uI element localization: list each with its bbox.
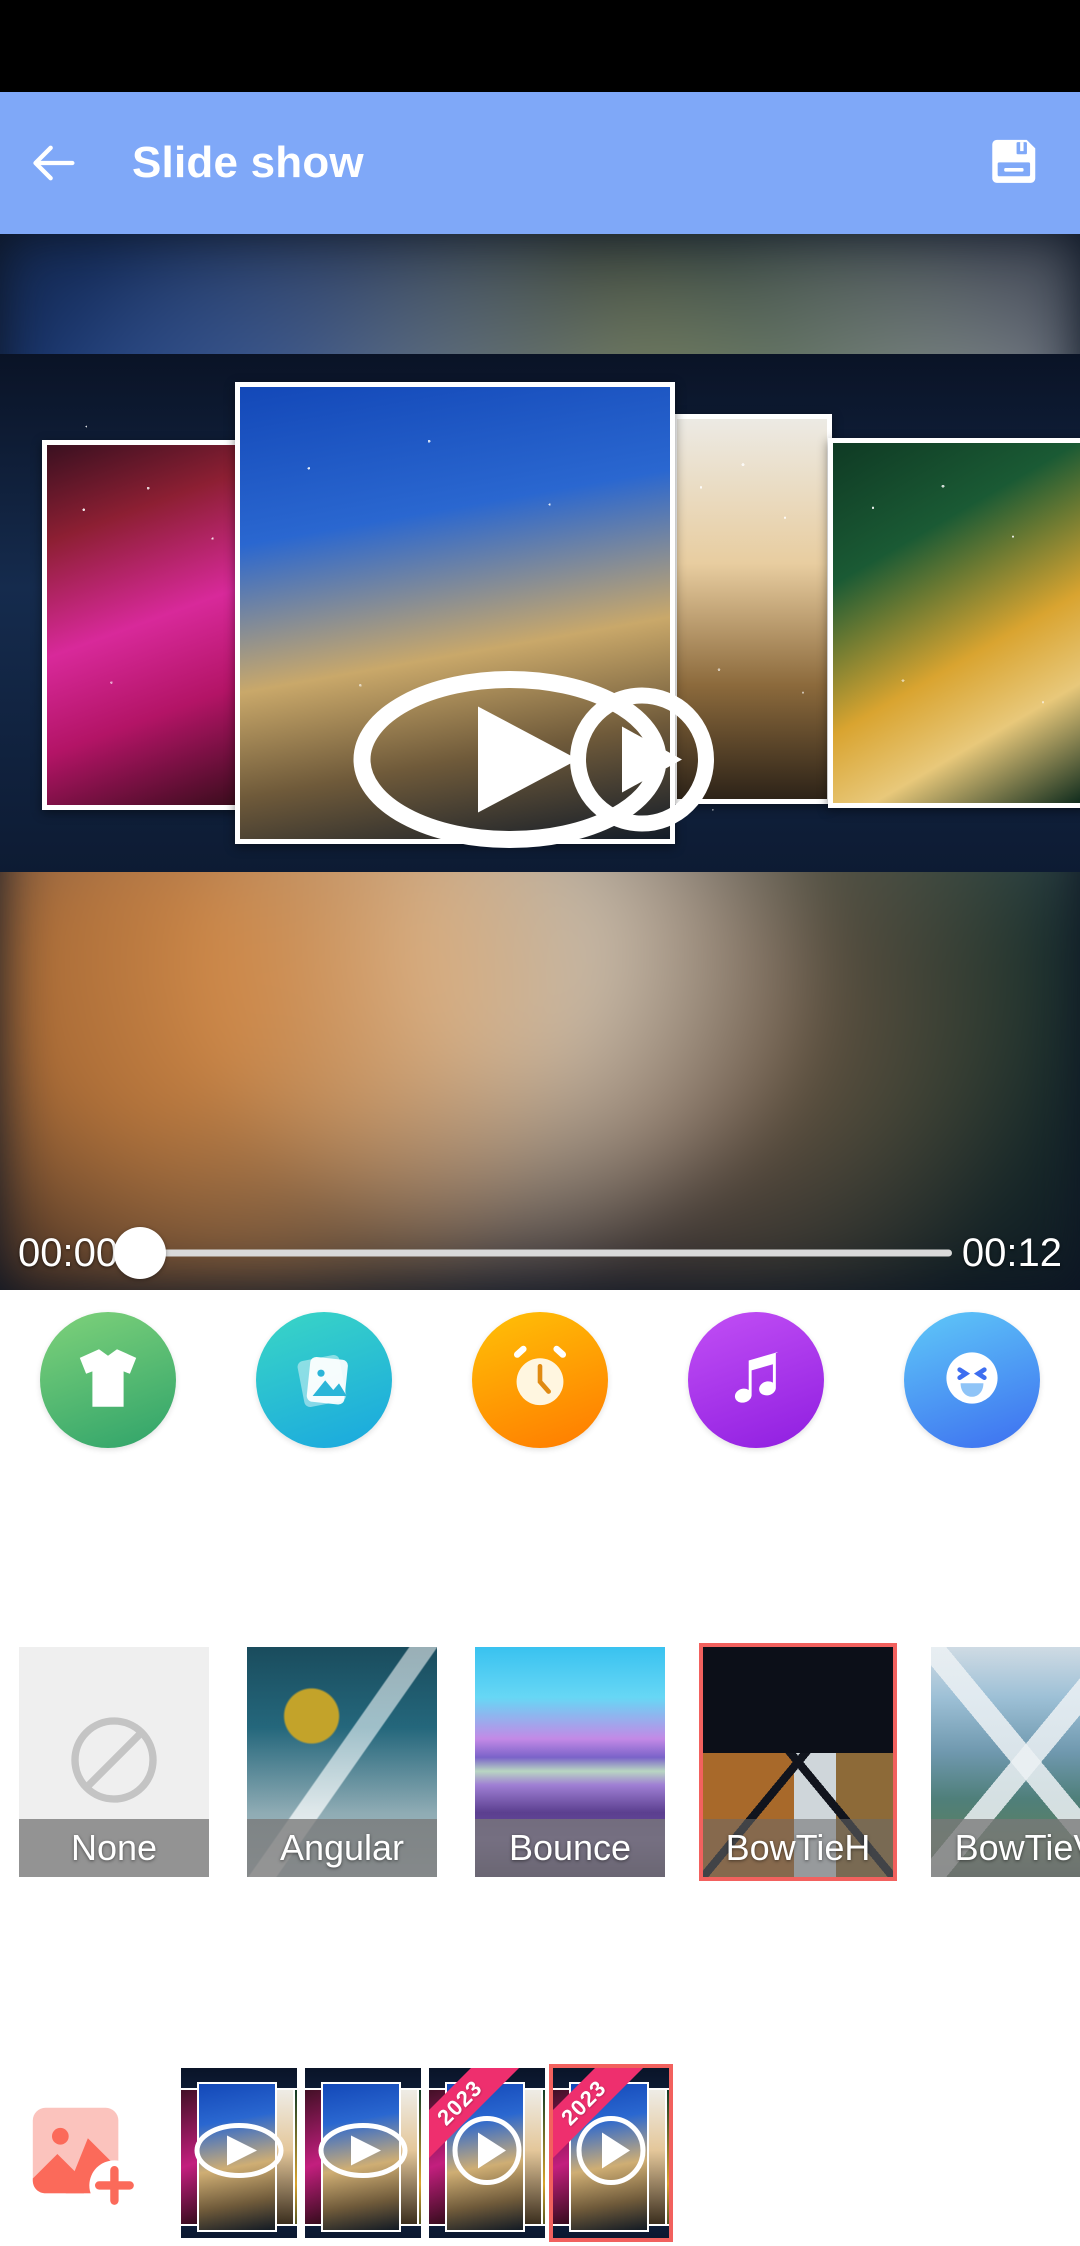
clip-item[interactable]: 2023: [425, 2064, 549, 2242]
music-note-icon: [721, 1343, 791, 1418]
play-icon: [572, 2112, 650, 2195]
clip-mini-photo: [541, 2088, 545, 2226]
transition-label: BowTieV: [931, 1819, 1080, 1877]
clip-filmstrip: 2023 2023: [0, 2060, 1080, 2246]
clip-mini-photo: [293, 2088, 297, 2226]
transition-item-bounce[interactable]: Bounce: [471, 1643, 669, 1881]
tool-row: [0, 1290, 1080, 1470]
tool-duration-circle[interactable]: [472, 1312, 608, 1448]
seek-bar[interactable]: 00:00 00:12: [0, 1216, 1080, 1290]
photos-icon: [288, 1342, 360, 1419]
clip-item[interactable]: [301, 2064, 425, 2242]
status-bar: [0, 0, 1080, 92]
transition-list[interactable]: None Angular Bounce BowTieH BowTieV: [0, 1643, 1080, 1895]
photo-collage: [0, 354, 1080, 872]
tool-music[interactable]: [648, 1312, 864, 1448]
clip-scroll[interactable]: 2023 2023: [177, 2064, 673, 2242]
tool-sticker-circle[interactable]: [904, 1312, 1040, 1448]
seek-track-wrap[interactable]: [114, 1216, 952, 1290]
transition-item-none[interactable]: None: [15, 1643, 213, 1881]
current-time-label: 00:00: [18, 1230, 119, 1275]
tool-photos[interactable]: [216, 1312, 432, 1448]
seek-thumb[interactable]: [114, 1227, 167, 1279]
total-time-label: 00:12: [961, 1230, 1062, 1275]
arrow-left-icon: [29, 137, 81, 189]
transition-label: None: [19, 1819, 209, 1877]
tshirt-icon: [72, 1342, 144, 1419]
save-button[interactable]: [950, 92, 1080, 234]
app-bar: Slide show: [0, 92, 1080, 234]
add-photo-button[interactable]: [18, 2091, 142, 2215]
floppy-disk-save-icon: [988, 133, 1042, 194]
play-icon: [315, 2122, 411, 2185]
tool-theme-circle[interactable]: [40, 1312, 176, 1448]
transition-label: Angular: [247, 1819, 437, 1877]
tool-duration[interactable]: [432, 1312, 648, 1448]
alarm-clock-icon: [503, 1341, 577, 1420]
clip-item[interactable]: [177, 2064, 301, 2242]
clip-mini-photo: [665, 2088, 669, 2226]
play-icon: [191, 2122, 287, 2185]
transition-item-bowtieh[interactable]: BowTieH: [699, 1643, 897, 1881]
tool-theme[interactable]: [0, 1312, 216, 1448]
play-icon: [448, 2112, 526, 2195]
transition-label: Bounce: [475, 1819, 665, 1877]
tool-photos-circle[interactable]: [256, 1312, 392, 1448]
tool-sticker[interactable]: [864, 1312, 1080, 1448]
collage-photo-4: [828, 438, 1080, 808]
slideshow-editor-screen: Slide show 00:00 00:12 None Angular Boun…: [0, 0, 1080, 2246]
collage-photo-3: [672, 414, 832, 804]
no-entry-icon: [62, 1708, 166, 1817]
collage-photo-2: [235, 382, 675, 844]
page-title: Slide show: [132, 138, 364, 187]
tool-music-circle[interactable]: [688, 1312, 824, 1448]
seek-track[interactable]: [128, 1249, 952, 1257]
clip-item[interactable]: 2023: [549, 2064, 673, 2242]
emoji-sticker-icon: [935, 1341, 1009, 1420]
transition-item-angular[interactable]: Angular: [243, 1643, 441, 1881]
transition-label: BowTieH: [703, 1819, 893, 1877]
add-photo-icon: [21, 2092, 140, 2215]
clip-mini-photo: [417, 2088, 421, 2226]
transition-item-bowtiev[interactable]: BowTieV: [927, 1643, 1080, 1881]
back-button[interactable]: [0, 92, 110, 234]
video-preview[interactable]: 00:00 00:12: [0, 234, 1080, 1290]
